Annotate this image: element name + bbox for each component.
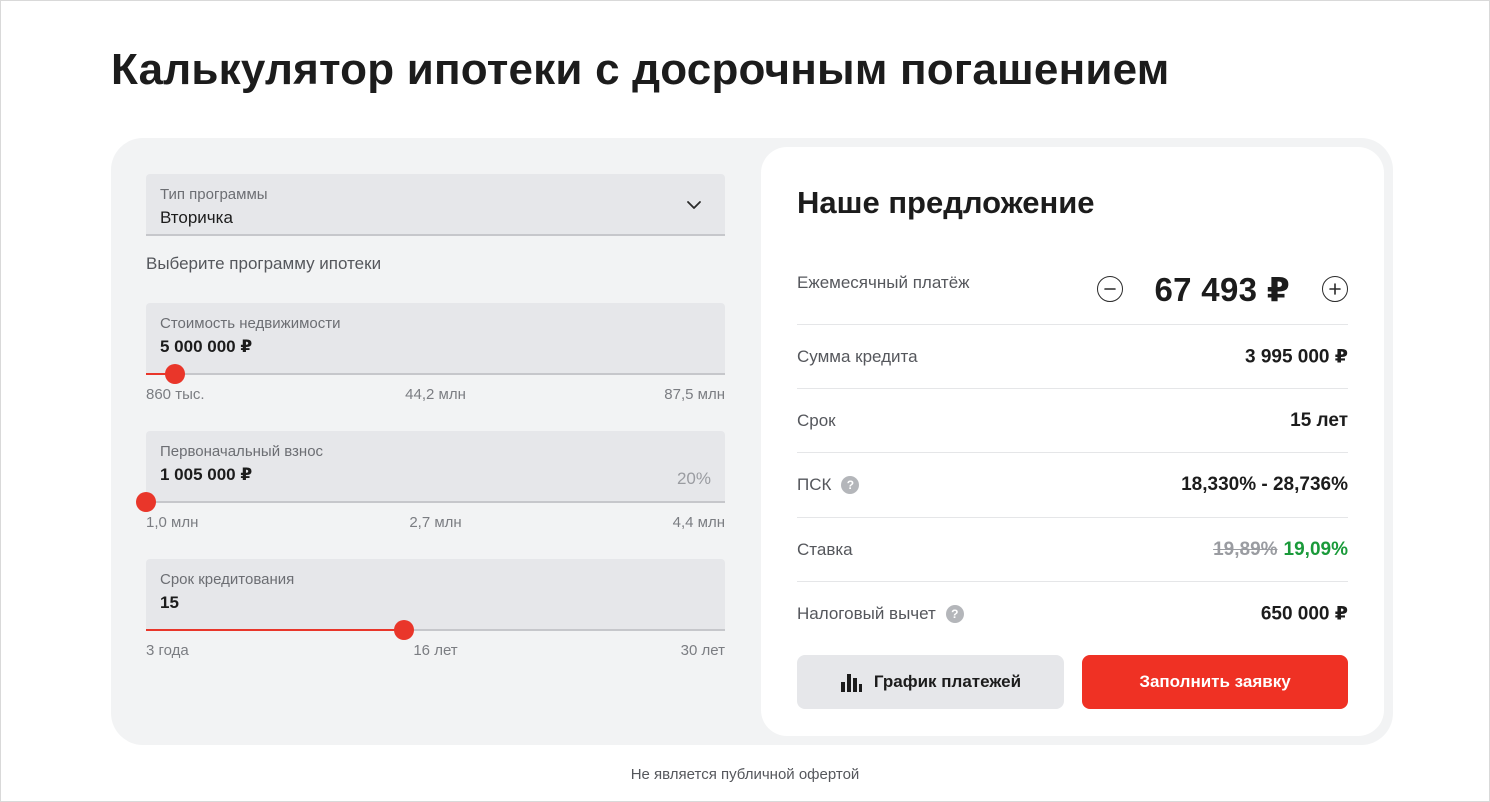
property-cost-label: Стоимость недвижимости <box>160 315 341 332</box>
loan-amount-label: Сумма кредита <box>797 346 918 366</box>
monthly-payment-row: Ежемесячный платёж 67 493 ₽ <box>797 251 1348 325</box>
down-payment-value[interactable]: 1 005 000 ₽ <box>160 465 252 485</box>
page-title: Калькулятор ипотеки с досрочным погашени… <box>111 45 1170 94</box>
down-payment-tick-mid: 2,7 млн <box>409 514 462 531</box>
psk-label: ПСК <box>797 475 832 494</box>
term-row: Срок 15 лет <box>797 389 1348 453</box>
term-field[interactable]: Срок кредитования 15 <box>146 559 725 640</box>
rate-row: Ставка 19,89% 19,09% <box>797 518 1348 582</box>
down-payment-tick-max: 4,4 млн <box>672 514 725 531</box>
down-payment-slider-thumb[interactable] <box>136 492 156 512</box>
psk-value: 18,330% - 28,736% <box>1181 474 1348 495</box>
down-payment-percent: 20% <box>676 469 711 488</box>
apply-label: Заполнить заявку <box>1139 672 1291 691</box>
minus-icon <box>1103 288 1116 290</box>
term-ticks: 3 года 16 лет 30 лет <box>146 642 725 662</box>
decrease-payment-button[interactable] <box>1096 276 1123 302</box>
question-icon[interactable]: ? <box>841 476 860 494</box>
term-tick-mid: 16 лет <box>413 642 458 659</box>
plus-icon <box>1329 283 1341 295</box>
tax-label-wrap: Налоговый вычет ? <box>797 604 964 624</box>
down-payment-label: Первоначальный взнос <box>160 443 324 460</box>
payment-schedule-label: График платежей <box>873 672 1022 691</box>
program-helper-text: Выберите программу ипотеки <box>146 254 382 273</box>
program-select-value: Вторичка <box>160 208 233 227</box>
property-cost-tick-mid: 44,2 млн <box>405 386 466 403</box>
psk-row: ПСК ? 18,330% - 28,736% <box>797 453 1348 518</box>
property-cost-tick-max: 87,5 млн <box>664 386 725 403</box>
disclaimer: Не является публичной офертой <box>630 766 860 783</box>
calculator-card: Тип программы Вторичка Выберите программ… <box>111 138 1393 745</box>
question-icon[interactable]: ? <box>945 605 964 623</box>
tax-deduction-row: Налоговый вычет ? 650 000 ₽ <box>797 582 1348 646</box>
term-tick-min: 3 года <box>146 642 189 659</box>
monthly-payment-control: 67 493 ₽ <box>1096 265 1348 313</box>
payment-schedule-button[interactable]: График платежей <box>797 655 1064 709</box>
offer-card: Наше предложение Ежемесячный платёж 67 4… <box>761 147 1384 736</box>
offer-term-label: Срок <box>797 410 836 430</box>
rate-label: Ставка <box>797 539 853 559</box>
rate-value: 19,89% 19,09% <box>1213 539 1348 561</box>
monthly-payment-label: Ежемесячный платёж <box>797 273 970 292</box>
apply-button[interactable]: Заполнить заявку <box>1082 655 1348 709</box>
offer-term-value: 15 лет <box>1290 409 1348 431</box>
term-label: Срок кредитования <box>160 571 295 588</box>
monthly-payment-value: 67 493 ₽ <box>1154 270 1290 308</box>
program-select[interactable]: Тип программы Вторичка <box>146 174 725 236</box>
tax-deduction-label: Налоговый вычет <box>797 604 936 623</box>
bar-chart-icon <box>840 674 862 692</box>
term-slider-fill <box>146 629 404 631</box>
down-payment-field[interactable]: Первоначальный взнос 1 005 000 ₽ 20% <box>136 431 725 512</box>
chevron-down-icon[interactable] <box>685 196 703 214</box>
property-cost-value[interactable]: 5 000 000 ₽ <box>160 337 252 357</box>
new-rate: 19,09% <box>1283 538 1348 560</box>
down-payment-tick-min: 1,0 млн <box>146 514 199 531</box>
psk-label-wrap: ПСК ? <box>797 475 860 495</box>
offer-title: Наше предложение <box>797 185 1095 220</box>
loan-amount-row: Сумма кредита 3 995 000 ₽ <box>797 325 1348 389</box>
term-value[interactable]: 15 <box>160 593 179 613</box>
loan-amount-value: 3 995 000 ₽ <box>1244 346 1348 367</box>
term-slider-thumb[interactable] <box>393 620 414 640</box>
property-cost-ticks: 860 тыс. 44,2 млн 87,5 млн <box>146 386 725 406</box>
old-rate: 19,89% <box>1213 538 1278 560</box>
property-cost-tick-min: 860 тыс. <box>146 386 205 403</box>
increase-payment-button[interactable] <box>1322 276 1348 302</box>
tax-deduction-value: 650 000 ₽ <box>1260 603 1348 625</box>
property-cost-field[interactable]: Стоимость недвижимости 5 000 000 ₽ <box>146 303 725 384</box>
down-payment-ticks: 1,0 млн 2,7 млн 4,4 млн <box>146 514 725 534</box>
property-cost-slider-thumb[interactable] <box>164 364 185 384</box>
program-select-label: Тип программы <box>160 186 268 203</box>
term-tick-max: 30 лет <box>680 642 725 659</box>
